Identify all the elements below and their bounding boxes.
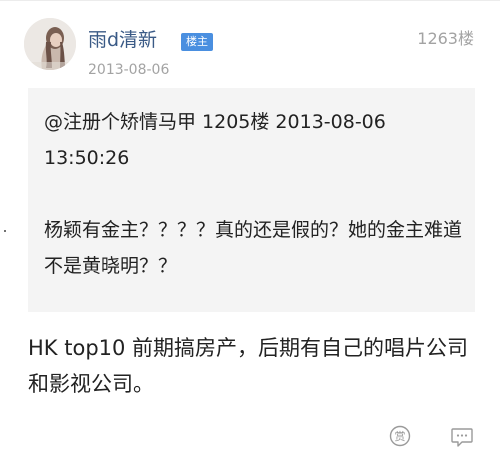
top-divider	[0, 0, 500, 1]
reward-button[interactable]: 赏	[389, 425, 411, 447]
quote-header: @注册个矫情马甲 1205楼 2013-08-06 13:50:26	[44, 111, 386, 169]
avatar[interactable]	[24, 18, 76, 70]
reward-glyph: 赏	[395, 430, 406, 443]
avatar-photo-icon	[24, 18, 76, 70]
quoted-reply[interactable]: @注册个矫情马甲 1205楼 2013-08-06 13:50:26 杨颖有金主…	[28, 88, 475, 312]
comment-icon	[451, 428, 473, 447]
op-badge: 楼主	[181, 33, 213, 51]
reply-content: HK top10 前期搞房产，后期有自己的唱片公司和影视公司。	[28, 336, 469, 396]
bullet-dot	[4, 230, 6, 232]
quote-body: 杨颖有金主？？？？真的还是假的？她的金主难道不是黄晓明？？	[44, 219, 463, 277]
author-name[interactable]: 雨d清新	[88, 28, 157, 52]
floor-number: 1263楼	[417, 29, 474, 48]
comment-button[interactable]	[450, 426, 474, 448]
post-date: 2013-08-06	[88, 62, 170, 78]
reward-icon: 赏	[389, 425, 411, 447]
